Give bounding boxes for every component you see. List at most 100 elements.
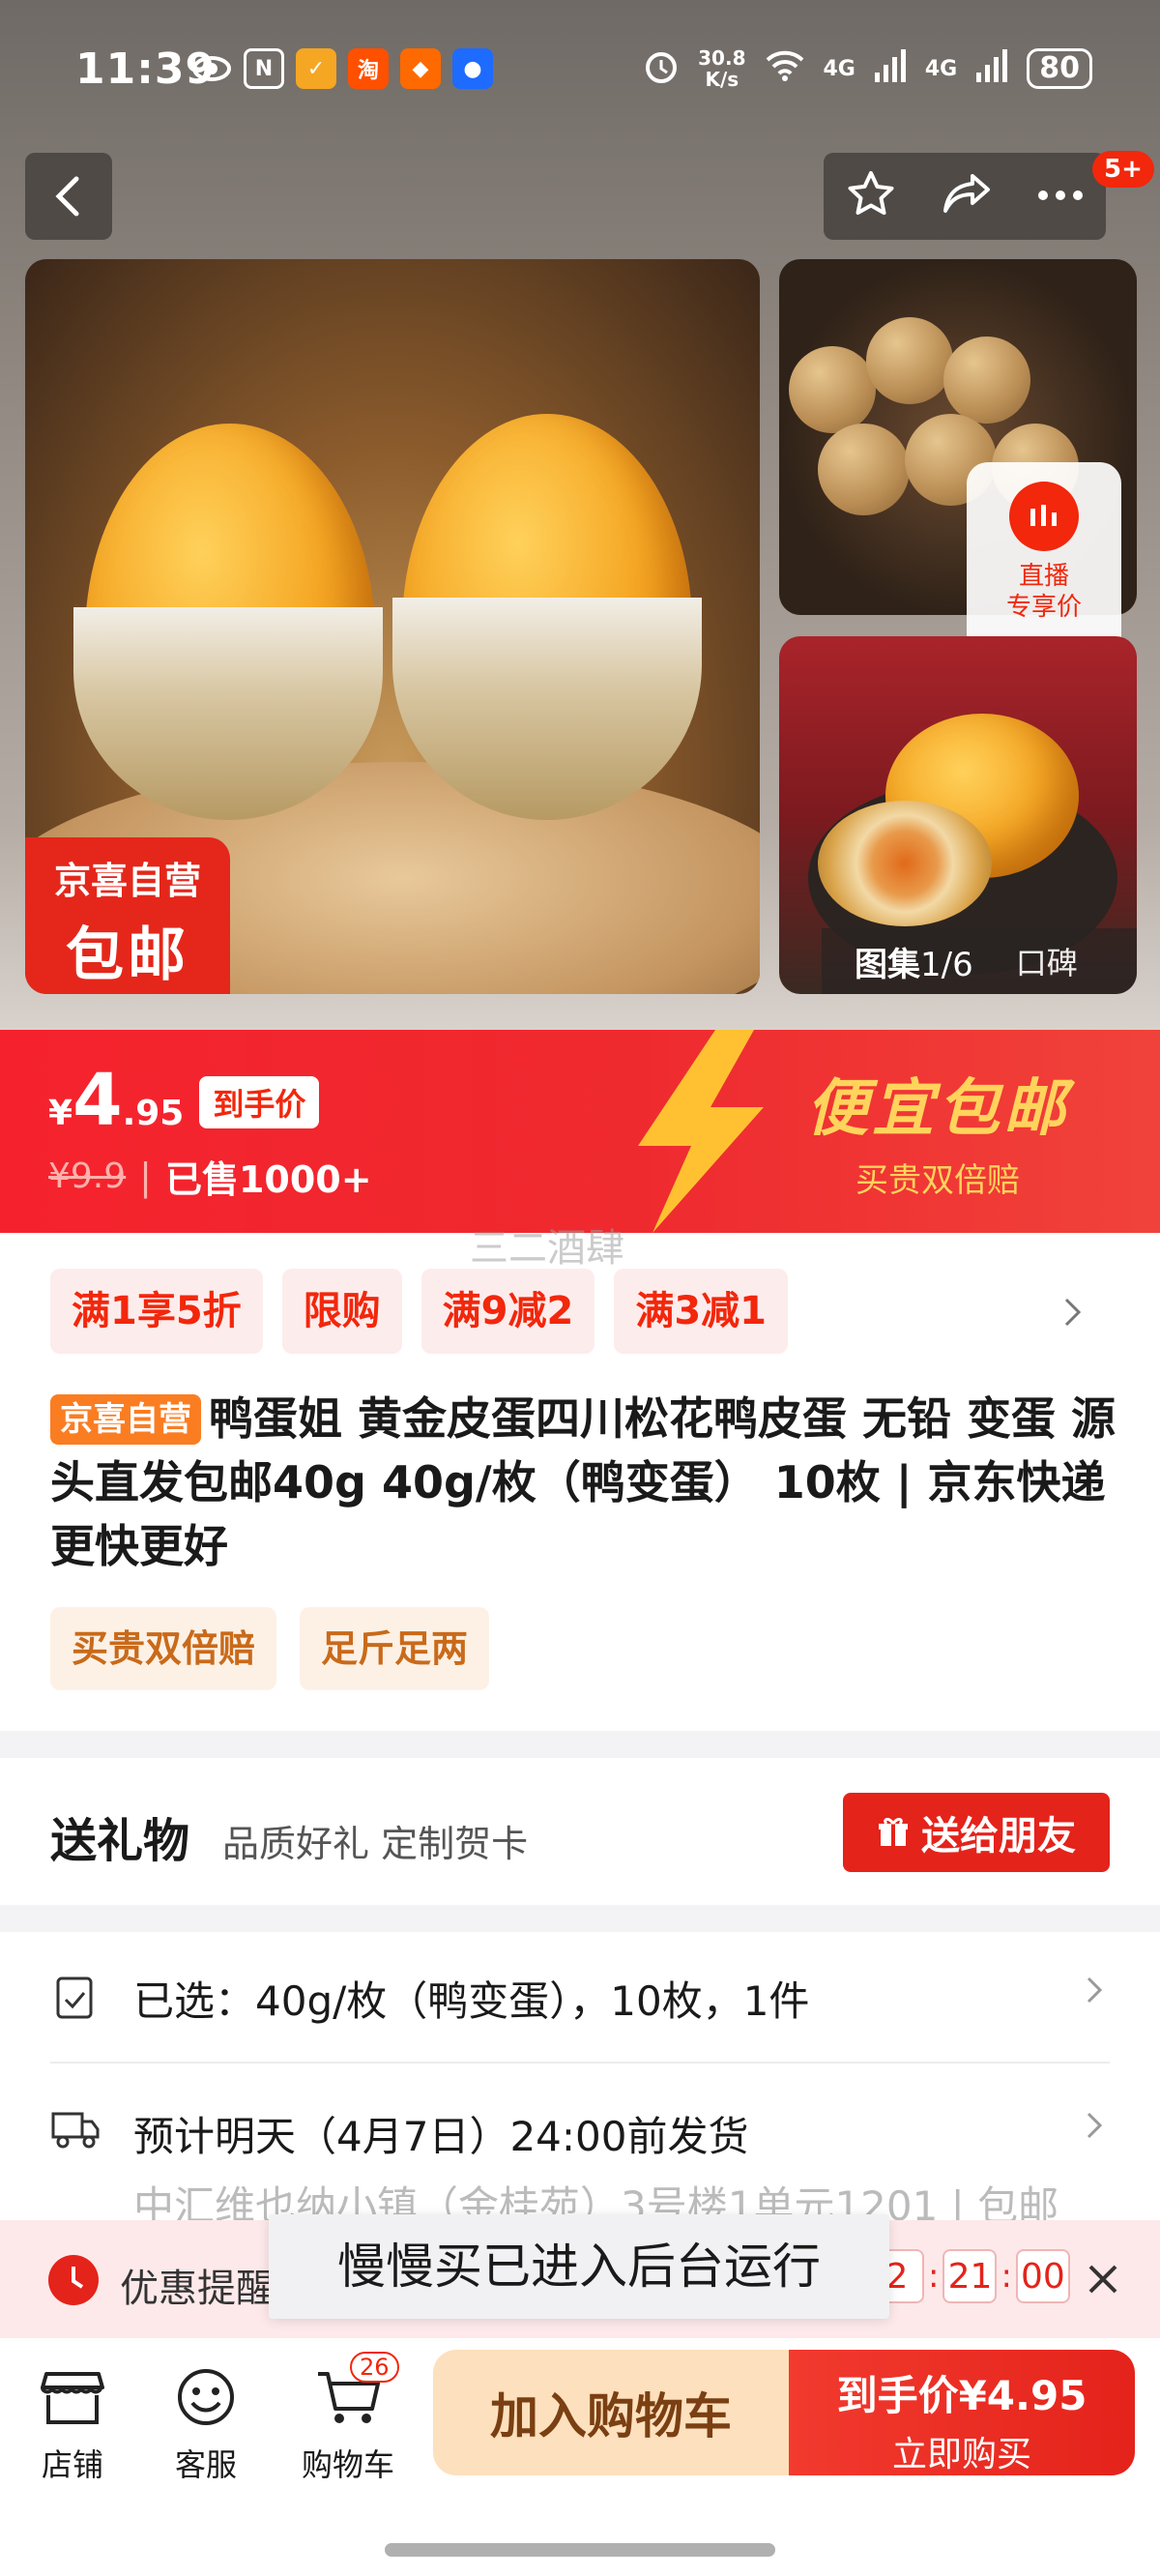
section-divider <box>0 1905 1160 1932</box>
cart-button[interactable]: 26 购物车 <box>290 2352 406 2485</box>
watermark: 三二酒肆 <box>470 1226 624 1271</box>
price-separator: | <box>139 1155 152 1198</box>
timer-colon: : <box>928 2257 940 2296</box>
battery-indicator: 80 <box>1027 48 1092 89</box>
badge-line1: 京喜自营 <box>53 860 201 902</box>
signal-2-label: 4G <box>924 56 958 81</box>
top-action-group <box>824 153 1106 240</box>
send-gift-button[interactable]: 送给朋友 <box>843 1793 1110 1872</box>
notification-icons: N ✓ 淘 ◆ ● <box>191 48 493 89</box>
shop-label: 店铺 <box>41 2446 103 2483</box>
favorite-button[interactable] <box>845 168 897 224</box>
shop-icon <box>19 2359 126 2435</box>
section-divider <box>0 1731 1160 1758</box>
chevron-left-icon <box>55 176 79 217</box>
final-price-tag: 到手价 <box>199 1076 320 1128</box>
net-speed-value: 30.8 <box>698 46 746 70</box>
main-product-image[interactable]: 京喜自营 包邮 <box>25 259 760 994</box>
live-label-2: 专享价 <box>1005 593 1082 622</box>
cart-count-badge: 26 <box>350 2352 399 2383</box>
cart-label: 购物车 <box>301 2446 394 2483</box>
feature-tag[interactable]: 买贵双倍赔 <box>50 1607 277 1690</box>
original-price: ¥9.9 <box>48 1156 127 1196</box>
promo-tag[interactable]: 满1享5折 <box>50 1269 263 1354</box>
chevron-right-icon[interactable] <box>1061 1296 1085 1329</box>
egg-ball <box>818 424 910 515</box>
alarm-icon <box>642 46 681 91</box>
net-speed: 30.8 K/s <box>698 47 745 90</box>
gift-section: 送礼物 品质好礼 定制贺卡 送给朋友 <box>0 1760 1160 1905</box>
more-button[interactable] <box>1036 188 1085 206</box>
gallery-label: 图集 <box>855 945 920 984</box>
final-price: ¥ 4 .95 到手价 <box>48 1059 372 1142</box>
promo-tag[interactable]: 满3减1 <box>614 1269 789 1354</box>
product-hero: 11:39 N ✓ 淘 ◆ ● 30.8 K/s 4G 4G 80 5+ 京喜自… <box>0 0 1160 1030</box>
countdown-timer: 2 : 21 : 00 <box>870 2249 1070 2303</box>
clipboard-check-icon <box>56 1976 93 2019</box>
share-button[interactable] <box>940 170 994 222</box>
egg-ball <box>789 346 876 433</box>
buy-now-button[interactable]: 到手价¥4.95 立即购买 <box>789 2350 1135 2475</box>
selected-spec-text: 已选：40g/枚（鸭变蛋），10枚，1件 <box>133 1977 810 2025</box>
gift-icon <box>879 1817 908 1846</box>
timer-colon: : <box>1000 2257 1012 2296</box>
badge-line2: 包邮 <box>66 922 189 989</box>
more-icon <box>1038 190 1083 200</box>
signal-2-icon <box>974 49 1009 88</box>
shop-button[interactable]: 店铺 <box>19 2359 126 2485</box>
service-label: 客服 <box>174 2446 237 2483</box>
chevron-right-icon <box>1087 1976 1103 2004</box>
add-to-cart-button[interactable]: 加入购物车 <box>433 2350 789 2475</box>
send-gift-label: 送给朋友 <box>921 1814 1076 1859</box>
timer-minutes: 21 <box>942 2249 998 2303</box>
home-indicator[interactable] <box>385 2543 775 2557</box>
truck-icon <box>51 2112 100 2149</box>
gift-title: 送礼物 <box>50 1814 190 1868</box>
live-icon <box>1009 482 1079 551</box>
feature-tags: 买贵双倍赔 足斤足两 <box>50 1607 490 1690</box>
reminder-label: 优惠提醒 <box>120 2267 275 2311</box>
gallery-bar[interactable]: 图集1/6 口碑 <box>822 928 1137 994</box>
signal-1-icon <box>873 49 908 88</box>
app-icon-yellow: ✓ <box>296 48 336 89</box>
status-bar: 11:39 N ✓ 淘 ◆ ● 30.8 K/s 4G 4G 80 <box>0 39 1160 101</box>
share-icon <box>943 174 990 213</box>
reviews-tab[interactable]: 口碑 <box>1016 939 1078 983</box>
nfc-icon: N <box>244 48 284 89</box>
taobao-icon: 淘 <box>348 48 389 89</box>
customer-service-button[interactable]: 客服 <box>153 2359 259 2485</box>
egg-ball <box>866 317 953 404</box>
app-icon-blue: ● <box>452 48 493 89</box>
signal-1-label: 4G <box>823 56 856 81</box>
price-banner: ¥ 4 .95 到手价 ¥9.9 | 已售1000+ 便宜包邮 买贵双倍赔 <box>0 1030 1160 1233</box>
background-run-toast: 慢慢买已进入后台运行 <box>269 2214 889 2319</box>
timer-seconds: 00 <box>1015 2249 1070 2303</box>
delivery-text: 预计明天（4月7日）24:00前发货 <box>133 2113 749 2160</box>
promo-tag[interactable]: 限购 <box>281 1269 402 1354</box>
delivery-row[interactable]: 预计明天（4月7日）24:00前发货 <box>50 2104 1110 2162</box>
live-price-button[interactable]: 直播 专享价 <box>967 462 1121 658</box>
gallery-tab[interactable]: 图集1/6 <box>855 938 973 985</box>
egg-ball <box>943 337 1030 424</box>
cheap-shipping-slogan: 便宜包邮 买贵双倍赔 <box>744 1059 1131 1201</box>
eye-icon <box>191 48 232 89</box>
gift-subtitle: 品质好礼 定制贺卡 <box>222 1823 529 1865</box>
app-icon-orange: ◆ <box>400 48 441 89</box>
price-integer: 4 <box>72 1059 123 1142</box>
clock-icon <box>48 2255 99 2305</box>
chevron-right-icon <box>1087 2112 1103 2139</box>
message-badge: 5+ <box>1092 151 1154 188</box>
close-icon[interactable] <box>1083 2259 1123 2299</box>
selected-spec-row[interactable]: 已选：40g/枚（鸭变蛋），10枚，1件 <box>50 1969 1110 2027</box>
feature-tag[interactable]: 足斤足两 <box>300 1607 490 1690</box>
back-button[interactable] <box>25 153 112 240</box>
row-divider <box>50 2062 1110 2064</box>
promo-tag[interactable]: 满9减2 <box>420 1269 595 1354</box>
product-title: 京喜自营 鸭蛋姐 黄金皮蛋四川松花鸭皮蛋 无铅 变蛋 源头直发包邮40g 40g/… <box>50 1387 1123 1578</box>
sold-count: 已售1000+ <box>164 1158 372 1201</box>
bottom-action-bar: 店铺 客服 26 购物车 加入购物车 到手价¥4.95 立即购买 <box>0 2338 1160 2576</box>
star-icon <box>848 171 894 216</box>
price-currency: ¥ <box>48 1094 73 1133</box>
price-decimal: .95 <box>122 1094 185 1133</box>
wifi-icon <box>764 48 806 89</box>
